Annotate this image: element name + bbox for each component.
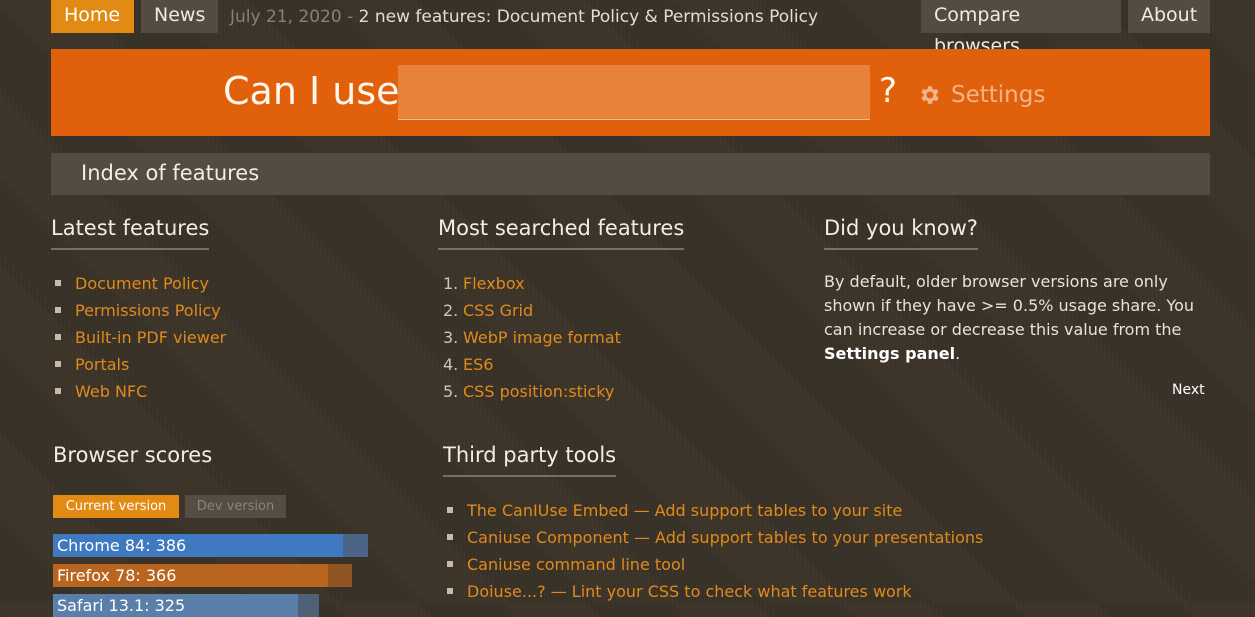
list-item: The CanIUse Embed — Add support tables t… xyxy=(447,497,983,524)
next-tip-button[interactable]: Next xyxy=(1172,382,1205,398)
tool-link[interactable]: The CanIUse Embed — Add support tables t… xyxy=(467,501,902,520)
most-searched-link[interactable]: CSS Grid xyxy=(463,301,533,320)
did-you-know-text: By default, older browser versions are o… xyxy=(824,272,1194,363)
list-item: Built-in PDF viewer xyxy=(55,324,226,351)
most-searched-link[interactable]: CSS position:sticky xyxy=(463,382,614,401)
gear-icon xyxy=(921,86,939,104)
third-party-tools-list: The CanIUse Embed — Add support tables t… xyxy=(447,497,983,605)
browser-scores-heading: Browser scores xyxy=(53,443,213,467)
most-searched-link[interactable]: Flexbox xyxy=(463,274,525,293)
browser-score-label: Safari 13.1: 325 xyxy=(57,596,186,615)
latest-feature-link[interactable]: Portals xyxy=(75,355,129,374)
feature-search-input[interactable] xyxy=(398,65,870,120)
list-item: 5. CSS position:sticky xyxy=(443,382,615,401)
list-item: Caniuse command line tool xyxy=(447,551,983,578)
latest-feature-link[interactable]: Built-in PDF viewer xyxy=(75,328,226,347)
tool-link[interactable]: Caniuse Component — Add support tables t… xyxy=(467,528,983,547)
tool-link[interactable]: Doiuse...? — Lint your CSS to check what… xyxy=(467,582,912,601)
question-mark: ? xyxy=(879,71,898,111)
list-item: Portals xyxy=(55,351,226,378)
list-item: 3. WebP image format xyxy=(443,328,621,347)
list-item: Document Policy xyxy=(55,270,226,297)
list-item: Web NFC xyxy=(55,378,226,405)
latest-feature-link[interactable]: Document Policy xyxy=(75,274,209,293)
browser-score-bar[interactable]: Chrome 84: 386 xyxy=(53,534,368,557)
news-ticker: July 21, 2020 - 2 new features: Document… xyxy=(230,7,818,27)
news-headline-link[interactable]: 2 new features: Document Policy & Permis… xyxy=(359,7,818,27)
list-item: 4. ES6 xyxy=(443,355,494,374)
settings-panel-link[interactable]: Settings panel xyxy=(824,344,955,363)
news-date: July 21, 2020 - xyxy=(230,7,359,27)
most-searched-link[interactable]: WebP image format xyxy=(463,328,621,347)
settings-button[interactable]: Settings xyxy=(917,82,1045,108)
most-searched-link[interactable]: ES6 xyxy=(463,355,493,374)
did-you-know-heading: Did you know? xyxy=(824,216,978,250)
nav-home-button[interactable]: Home xyxy=(51,0,134,33)
search-banner: Can I use ? Settings xyxy=(51,49,1210,136)
tab-dev-version[interactable]: Dev version xyxy=(185,495,286,518)
list-item: Doiuse...? — Lint your CSS to check what… xyxy=(447,578,983,605)
search-label: Can I use xyxy=(223,69,400,113)
list-item: 2. CSS Grid xyxy=(443,301,534,320)
index-title: Index of features xyxy=(81,161,260,185)
browser-score-label: Firefox 78: 366 xyxy=(57,566,177,585)
most-searched-heading: Most searched features xyxy=(438,216,685,250)
list-item: 1. Flexbox xyxy=(443,274,525,293)
tool-link[interactable]: Caniuse command line tool xyxy=(467,555,685,574)
list-item: Caniuse Component — Add support tables t… xyxy=(447,524,983,551)
latest-features-list: Document Policy Permissions Policy Built… xyxy=(55,270,226,405)
nav-compare-browsers-button[interactable]: Compare browsers xyxy=(921,0,1121,57)
third-party-tools-heading: Third party tools xyxy=(443,443,617,477)
latest-feature-link[interactable]: Permissions Policy xyxy=(75,301,221,320)
index-of-features-bar[interactable]: Index of features xyxy=(51,153,1210,195)
settings-label: Settings xyxy=(951,82,1046,108)
tab-current-version[interactable]: Current version xyxy=(53,495,179,518)
nav-about-button[interactable]: About xyxy=(1128,0,1210,33)
nav-news-button[interactable]: News xyxy=(141,0,218,33)
latest-features-heading: Latest features xyxy=(51,216,210,250)
list-item: Permissions Policy xyxy=(55,297,226,324)
browser-score-bar[interactable]: Firefox 78: 366 xyxy=(53,564,352,587)
browser-score-bar[interactable]: Safari 13.1: 325 xyxy=(53,594,319,617)
most-searched-list: 1. Flexbox 2. CSS Grid 3. WebP image format… xyxy=(443,270,621,405)
latest-feature-link[interactable]: Web NFC xyxy=(75,382,147,401)
browser-score-label: Chrome 84: 386 xyxy=(57,536,187,555)
